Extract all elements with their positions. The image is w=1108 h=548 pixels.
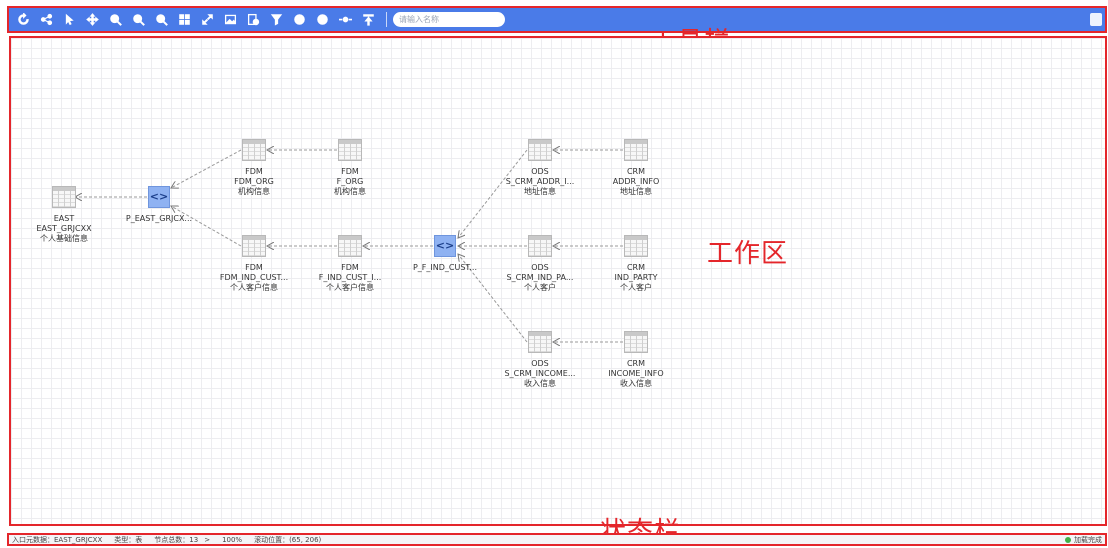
workarea-annotation: 工作区 <box>707 239 789 269</box>
table-icon <box>242 235 266 257</box>
status-dot-icon <box>1065 536 1071 543</box>
toolbar-buttons <box>9 8 380 31</box>
node-table-name: ADDR_INFO <box>612 177 660 186</box>
table-icon <box>52 186 76 208</box>
collapse-icon[interactable] <box>311 8 334 31</box>
top-icon[interactable] <box>357 8 380 31</box>
table-icon <box>528 235 552 257</box>
image-icon[interactable] <box>219 8 242 31</box>
node-system: CRM <box>626 263 646 272</box>
node-description: 收入信息 <box>620 379 652 388</box>
node-description: 个人基础信息 <box>40 234 88 243</box>
load-status-text: 加载完成 <box>1074 535 1102 544</box>
toolbar <box>7 6 1107 33</box>
procedure-icon: <> <box>434 235 456 257</box>
node-table-name: EAST_GRJCXX <box>36 224 92 233</box>
table-icon <box>242 139 266 161</box>
move-icon[interactable] <box>81 8 104 31</box>
settings-icon[interactable] <box>1090 13 1102 26</box>
node-count: 节点总数：13 <box>154 535 199 544</box>
node-system: FDM <box>341 167 359 176</box>
fullscreen-icon[interactable] <box>196 8 219 31</box>
zoom-level: 100% <box>222 535 243 544</box>
work-area[interactable]: EAST EAST_GRJCXX 个人基础信息 <> P_EAST_GRJCX.… <box>9 36 1107 526</box>
node-description: 个人客户 <box>620 283 652 292</box>
table-icon <box>338 235 362 257</box>
entry-metadata: 入口元数据：EAST_GRJCXX <box>12 535 103 544</box>
node-f-org[interactable]: FDM F_ORG 机构信息 <box>290 139 410 197</box>
refresh-icon[interactable] <box>12 8 35 31</box>
load-status: 加载完成 <box>1065 535 1102 544</box>
filter-icon[interactable] <box>265 8 288 31</box>
entry-type: 类型：表 <box>114 535 143 544</box>
status-bar: 入口元数据：EAST_GRJCXX 类型：表 节点总数：13 > 100% 滚动… <box>7 533 1107 546</box>
node-description: 地址信息 <box>620 187 652 196</box>
grid-icon[interactable] <box>173 8 196 31</box>
node-description: 机构信息 <box>334 187 366 196</box>
node-system: CRM <box>626 167 646 176</box>
table-icon <box>528 331 552 353</box>
table-icon <box>624 331 648 353</box>
node-system: CRM <box>626 359 646 368</box>
procedure-icon: <> <box>148 186 170 208</box>
node-table-name: F_ORG <box>336 177 364 186</box>
node-table-name: INCOME_INFO <box>608 369 664 378</box>
export-icon[interactable] <box>242 8 265 31</box>
node-crm-ind-party[interactable]: CRM IND_PARTY 个人客户 <box>576 235 696 293</box>
expand-icon[interactable] <box>288 8 311 31</box>
toolbar-divider <box>386 12 387 27</box>
node-table-name: F_IND_CUST_I... <box>318 273 382 282</box>
chevron-right-icon[interactable]: > <box>204 536 210 544</box>
search-input[interactable] <box>393 12 505 27</box>
table-icon <box>338 139 362 161</box>
table-icon <box>528 139 552 161</box>
node-table-name: IND_PARTY <box>614 273 658 282</box>
share-icon[interactable] <box>35 8 58 31</box>
table-icon <box>624 139 648 161</box>
node-crm-addr-info[interactable]: CRM ADDR_INFO 地址信息 <box>576 139 696 197</box>
center-icon[interactable] <box>334 8 357 31</box>
node-procedure-name: P_EAST_GRJCX... <box>125 214 193 223</box>
scroll-position: 滚动位置：(65, 206) <box>254 535 322 544</box>
zoom-out-icon[interactable] <box>150 8 173 31</box>
node-crm-income-info[interactable]: CRM INCOME_INFO 收入信息 <box>576 331 696 389</box>
node-description: 个人客户信息 <box>326 283 374 292</box>
table-icon <box>624 235 648 257</box>
zoom-fit-icon[interactable] <box>104 8 127 31</box>
zoom-in-icon[interactable] <box>127 8 150 31</box>
pointer-icon[interactable] <box>58 8 81 31</box>
